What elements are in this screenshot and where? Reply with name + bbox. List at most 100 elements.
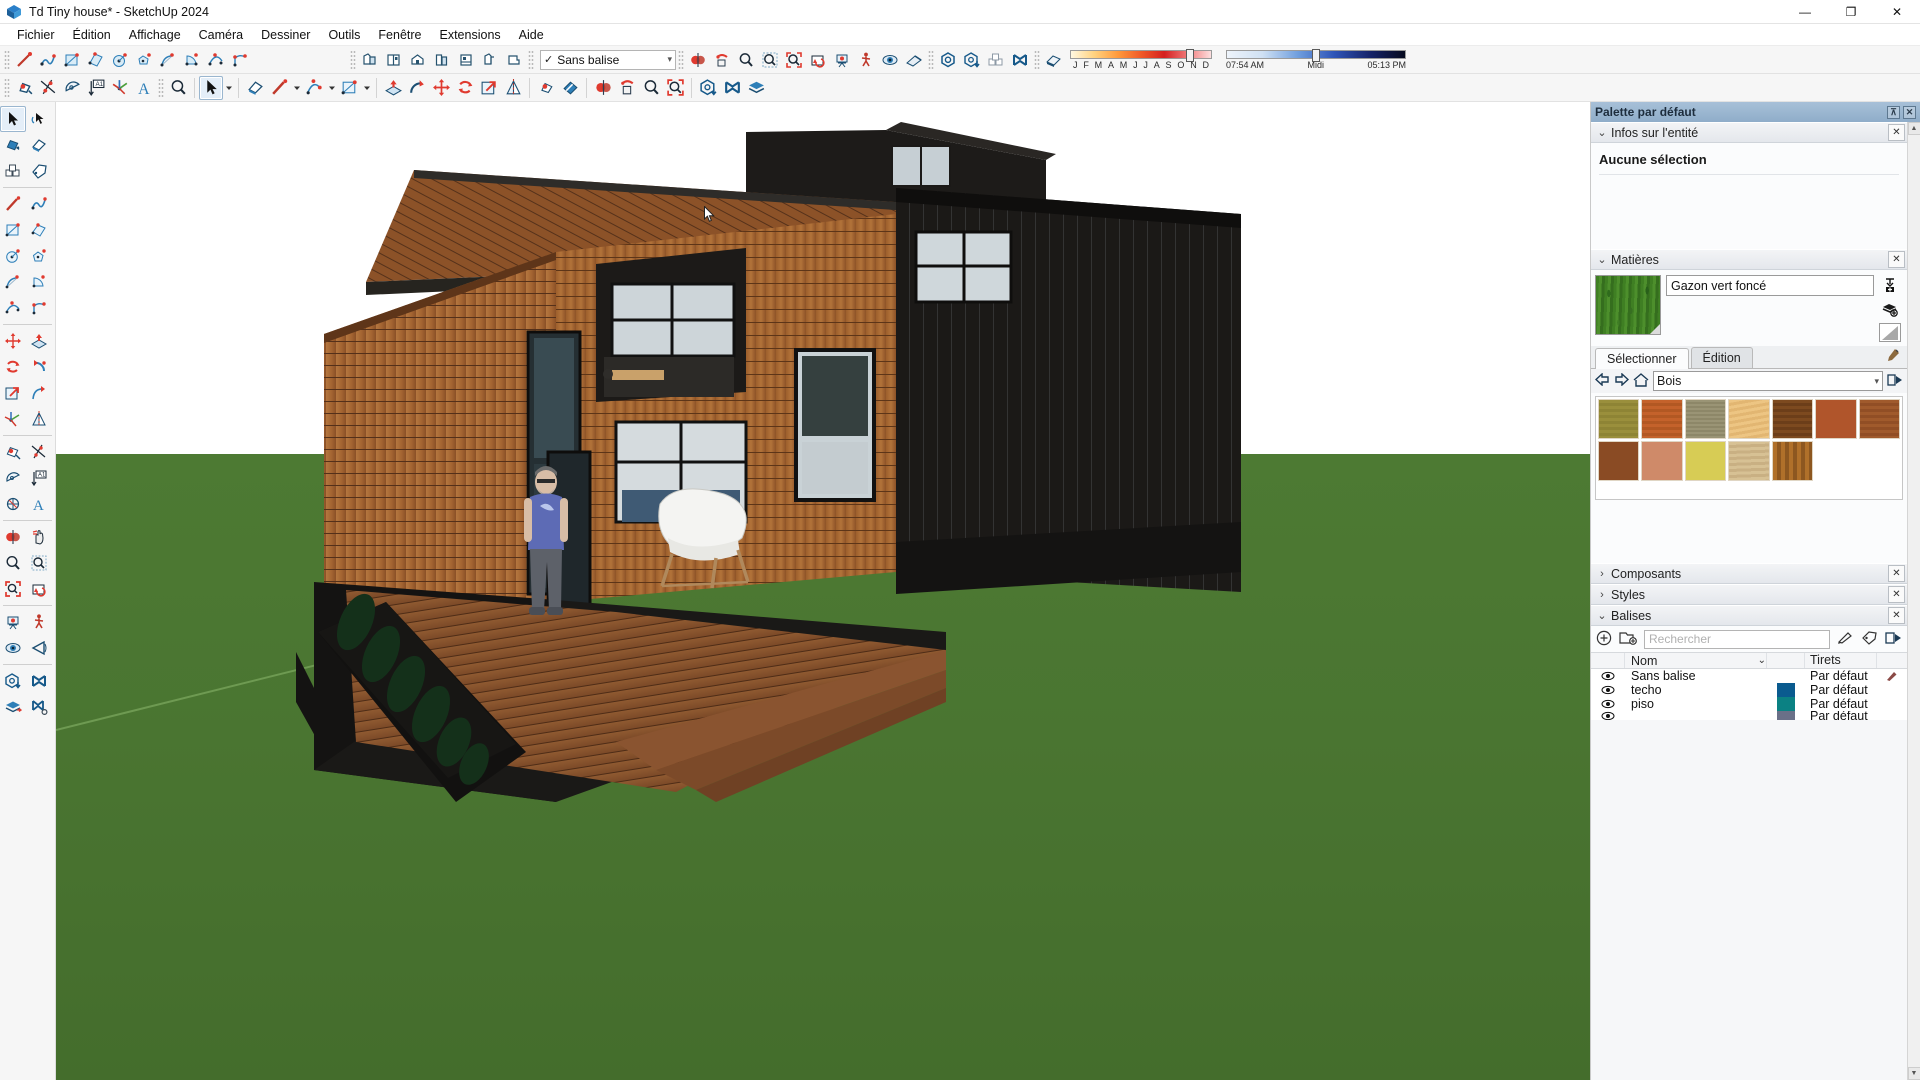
pan-icon[interactable] (26, 524, 52, 550)
material-swatch[interactable] (1641, 441, 1683, 481)
outer-shell-icon[interactable] (696, 76, 720, 100)
offset-icon[interactable] (615, 76, 639, 100)
menu-fichier[interactable]: Fichier (8, 26, 64, 44)
mirror-icon[interactable] (26, 406, 52, 432)
display-secondary-icon[interactable] (1879, 323, 1901, 342)
look-around-icon[interactable] (878, 48, 902, 72)
section-plane-icon[interactable] (0, 524, 26, 550)
details-arrow-icon[interactable] (1885, 631, 1902, 648)
material-swatch[interactable] (1684, 399, 1727, 439)
text-3d-icon[interactable]: A (132, 76, 156, 100)
section-header-entity-info[interactable]: ⌄ Infos sur l'entité ✕ (1591, 122, 1907, 143)
tab-selectionner[interactable]: Sélectionner (1595, 348, 1689, 369)
rotated-rectangle-icon[interactable] (84, 48, 108, 72)
toolbar-grip[interactable] (4, 49, 10, 70)
freehand-icon[interactable] (36, 48, 60, 72)
tag-color-icon[interactable] (1861, 630, 1878, 648)
eye-icon[interactable] (1591, 671, 1625, 681)
toolbar-grip-2b[interactable] (158, 77, 164, 98)
material-library-combo[interactable]: Bois ▾ (1653, 371, 1883, 391)
shadow-date-slider[interactable]: J F M A M J J A S O N D (1070, 48, 1212, 70)
material-swatch[interactable] (1771, 399, 1814, 439)
tag-color[interactable] (1767, 697, 1805, 711)
section-header-styles[interactable]: › Styles ✕ (1591, 584, 1907, 605)
components-icon[interactable] (0, 158, 26, 184)
palette-scrollbar[interactable]: ▲ ▼ (1907, 122, 1920, 1080)
menu-fenetre[interactable]: Fenêtre (369, 26, 430, 44)
eye-icon[interactable] (1591, 685, 1625, 695)
arrow-right-icon[interactable] (1614, 372, 1630, 389)
pencil-dropdown-icon[interactable] (291, 76, 302, 100)
eraser-icon[interactable] (243, 76, 267, 100)
model-viewport[interactable] (56, 102, 1590, 1080)
tag-color[interactable] (1767, 683, 1805, 697)
minimize-button[interactable]: — (1782, 0, 1828, 24)
rect-dropdown-icon[interactable] (361, 76, 372, 100)
rectangle-icon[interactable] (0, 217, 26, 243)
move-icon[interactable] (0, 328, 26, 354)
solid-tools-icon[interactable] (591, 76, 615, 100)
select-arrow-icon[interactable] (199, 75, 223, 100)
arc-2pt-icon[interactable] (0, 269, 26, 295)
zoom-icon-2[interactable] (166, 76, 190, 100)
zoom-extents-icon[interactable] (0, 576, 26, 602)
menu-outils[interactable]: Outils (319, 26, 369, 44)
add-folder-icon[interactable] (1619, 630, 1637, 648)
zoom-extents-icon-2[interactable] (663, 76, 687, 100)
shadow-settings-icon[interactable] (1042, 48, 1066, 72)
tab-edition[interactable]: Édition (1690, 347, 1753, 368)
time-slider-knob[interactable] (1312, 48, 1321, 62)
zoom-extents-icon[interactable] (782, 48, 806, 72)
tag-icon[interactable] (26, 158, 52, 184)
previous-view-icon[interactable] (806, 48, 830, 72)
zoom-icon[interactable] (0, 550, 26, 576)
sample-paint-icon[interactable] (1879, 299, 1901, 318)
solid-intersect-icon[interactable] (710, 48, 734, 72)
toolbar-grip-2a[interactable] (4, 77, 10, 98)
tags-search-input[interactable] (1644, 629, 1830, 649)
text-label-icon[interactable]: A1 (26, 465, 52, 491)
material-swatch[interactable] (1728, 441, 1770, 481)
shadow-time-slider[interactable]: 07:54 AM Midi 05:13 PM (1226, 48, 1406, 70)
scroll-up-arrow-icon[interactable]: ▲ (1907, 122, 1920, 135)
push-pull-icon[interactable] (381, 76, 405, 100)
add-tag-icon[interactable] (1596, 630, 1612, 649)
section-close-entity-info[interactable]: ✕ (1888, 124, 1905, 141)
arrow-left-icon[interactable] (1594, 372, 1610, 389)
look-around-icon[interactable] (0, 635, 26, 661)
intersect-icon[interactable] (720, 76, 744, 100)
walk-icon[interactable] (26, 609, 52, 635)
menu-dessiner[interactable]: Dessiner (252, 26, 319, 44)
dimension-icon[interactable] (26, 439, 52, 465)
eraser2-icon[interactable] (558, 76, 582, 100)
offset-icon[interactable] (26, 380, 52, 406)
select-arrow-icon[interactable] (0, 106, 26, 132)
menu-camera[interactable]: Caméra (190, 26, 252, 44)
text-3d-icon[interactable]: A (26, 491, 52, 517)
view-back-icon[interactable] (454, 48, 478, 72)
rotated-rectangle-icon[interactable] (26, 217, 52, 243)
menu-edition[interactable]: Édition (64, 26, 120, 44)
zoom-icon[interactable] (734, 48, 758, 72)
axes-icon[interactable] (0, 406, 26, 432)
tape-measure-icon[interactable] (0, 439, 26, 465)
eye-icon[interactable] (1591, 699, 1625, 709)
toolbar-grip-views[interactable] (350, 49, 356, 70)
section-plane-icon[interactable] (902, 48, 926, 72)
3d-warehouse-icon[interactable] (936, 48, 960, 72)
extension-warehouse-icon[interactable] (1008, 48, 1032, 72)
paint-bucket-icon[interactable] (12, 76, 36, 100)
toolbar-grip-solid[interactable] (678, 49, 684, 70)
axes-icon[interactable] (108, 76, 132, 100)
tag-color[interactable] (1767, 711, 1805, 720)
home-icon[interactable] (1633, 372, 1649, 390)
protractor-icon[interactable] (60, 76, 84, 100)
material-swatch[interactable] (1771, 441, 1814, 481)
create-material-icon[interactable] (1879, 275, 1901, 294)
select-dropdown-icon[interactable] (223, 76, 234, 100)
view-top-icon[interactable] (382, 48, 406, 72)
material-swatch[interactable] (1815, 399, 1857, 439)
pencil-icon[interactable] (1877, 670, 1907, 682)
dimension-icon[interactable]: A1 (84, 76, 108, 100)
tag-selector-combo[interactable]: ✓ Sans balise ▾ (540, 49, 676, 70)
